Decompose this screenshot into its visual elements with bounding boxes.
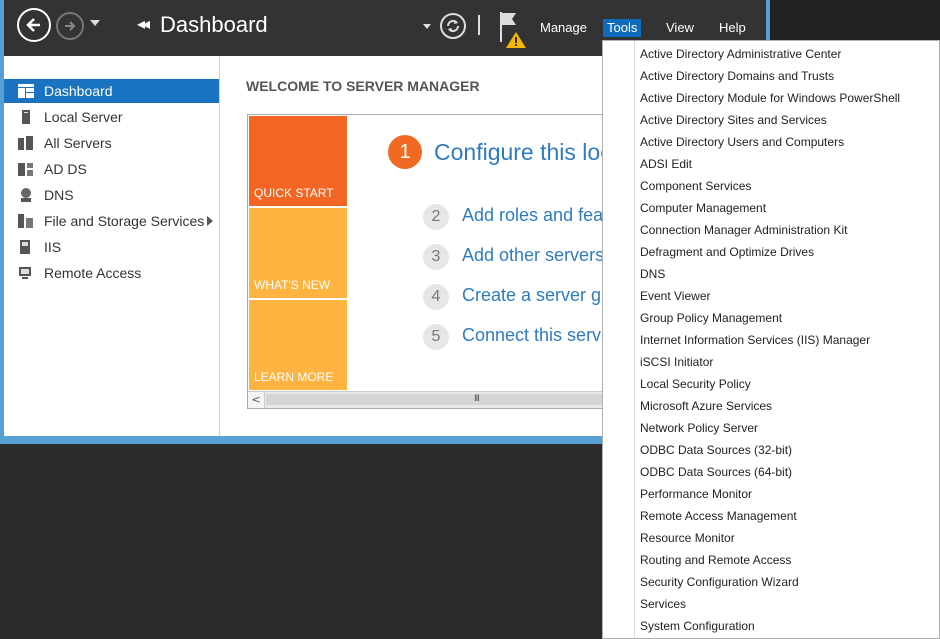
tools-menu-item[interactable]: Security Configuration Wizard (640, 571, 799, 593)
tile-label: QUICK START (254, 186, 334, 200)
step-number-4: 4 (423, 284, 449, 310)
sidebar-item-label: Local Server (44, 109, 123, 125)
tools-menu-item[interactable]: Active Directory Administrative Center (640, 43, 841, 65)
sidebar-item-ad-ds[interactable]: AD DS (4, 157, 219, 181)
tools-menu-item[interactable]: Resource Monitor (640, 527, 735, 549)
scroll-thumb[interactable] (266, 394, 626, 405)
toolbar-separator (478, 15, 480, 35)
arrow-left-icon (26, 18, 40, 32)
tools-menu-item[interactable]: Group Policy Management (640, 307, 782, 329)
tools-menu-item[interactable]: ODBC Data Sources (64-bit) (640, 461, 792, 483)
sidebar-item-remote-access[interactable]: Remote Access (4, 261, 219, 285)
notifications-button[interactable] (498, 10, 530, 50)
tools-menu-item[interactable]: Event Viewer (640, 285, 710, 307)
page-title: Dashboard (160, 12, 268, 37)
breadcrumb-dropdown-icon[interactable] (423, 24, 431, 29)
menu-tools[interactable]: Tools (603, 19, 642, 37)
ad-ds-icon (18, 162, 34, 176)
tools-menu-item[interactable]: Internet Information Services (IIS) Mana… (640, 329, 870, 351)
tools-menu-item[interactable]: Component Services (640, 175, 751, 197)
tools-menu-item[interactable]: Active Directory Module for Windows Powe… (640, 87, 900, 109)
step-number-1: 1 (388, 135, 422, 169)
step-number-2: 2 (423, 204, 449, 230)
menu-view[interactable]: View (662, 19, 698, 37)
tools-menu-item[interactable]: Performance Monitor (640, 483, 752, 505)
menu-manage[interactable]: Manage (536, 19, 591, 37)
back-button[interactable] (17, 8, 51, 42)
welcome-panel: QUICK START WHAT'S NEW LEARN MORE 1 Conf… (247, 114, 629, 409)
horizontal-scrollbar[interactable]: < III (248, 391, 628, 408)
tools-menu-item[interactable]: Connection Manager Administration Kit (640, 219, 847, 241)
breadcrumb-arrows-icon: ◂◂ (137, 14, 150, 33)
tools-menu-item[interactable]: Network Policy Server (640, 417, 758, 439)
tools-menu-item[interactable]: iSCSI Initiator (640, 351, 713, 373)
tools-menu-item[interactable]: Active Directory Sites and Services (640, 109, 827, 131)
tools-menu-item[interactable]: Active Directory Domains and Trusts (640, 65, 834, 87)
step-link-configure-local-server[interactable]: Configure this local server (434, 139, 628, 166)
welcome-title: WELCOME TO SERVER MANAGER (246, 78, 480, 94)
history-dropdown-icon[interactable] (90, 20, 100, 26)
iis-icon (18, 240, 34, 254)
menu-help[interactable]: Help (715, 19, 750, 37)
scroll-left-button[interactable]: < (248, 392, 265, 408)
tools-menu-item[interactable]: Microsoft Azure Services (640, 395, 772, 417)
chevron-right-icon (207, 216, 213, 226)
sidebar-item-label: IIS (44, 239, 62, 255)
sidebar-item-label: Remote Access (44, 265, 142, 281)
sidebar-item-label: All Servers (44, 135, 112, 151)
sidebar-item-dns[interactable]: DNS (4, 183, 219, 207)
arrow-right-icon (65, 21, 76, 31)
tools-menu-item[interactable]: Routing and Remote Access (640, 549, 791, 571)
servers-icon (18, 136, 34, 150)
remote-access-icon (18, 266, 34, 280)
dashboard-icon (18, 84, 34, 98)
step-number-5: 5 (423, 324, 449, 350)
sidebar-item-local-server[interactable]: Local Server (4, 105, 219, 129)
step-number-3: 3 (423, 244, 449, 270)
tools-menu-item[interactable]: Services (640, 593, 686, 615)
sidebar-item-all-servers[interactable]: All Servers (4, 131, 219, 155)
tools-menu-item[interactable]: Computer Management (640, 197, 766, 219)
server-icon (18, 110, 34, 124)
tools-menu-item[interactable]: Defragment and Optimize Drives (640, 241, 814, 263)
tools-dropdown-menu: Active Directory Administrative Center Ac… (602, 40, 940, 639)
sidebar-item-file-storage[interactable]: File and Storage Services (4, 209, 219, 233)
warning-flag-icon (500, 12, 526, 48)
tools-menu-item[interactable]: ADSI Edit (640, 153, 692, 175)
tile-label: LEARN MORE (254, 370, 334, 384)
sidebar-item-label: File and Storage Services (44, 213, 205, 229)
sidebar: Dashboard Local Server All Servers AD DS… (4, 56, 220, 436)
forward-button[interactable] (56, 12, 84, 40)
tile-label: WHAT'S NEW (254, 278, 331, 292)
tools-menu-item[interactable]: System Configuration (640, 615, 755, 637)
dns-icon (18, 188, 34, 202)
menu-gutter (634, 41, 635, 638)
tile-learn-more[interactable]: LEARN MORE (249, 300, 347, 390)
tools-menu-item[interactable]: Remote Access Management (640, 505, 797, 527)
sidebar-item-label: Dashboard (44, 83, 113, 99)
refresh-icon (447, 20, 459, 32)
tile-quick-start[interactable]: QUICK START (249, 116, 347, 206)
tile-whats-new[interactable]: WHAT'S NEW (249, 208, 347, 298)
refresh-button[interactable] (440, 13, 466, 39)
sidebar-item-label: AD DS (44, 161, 87, 177)
tools-menu-item[interactable]: DNS (640, 263, 665, 285)
sidebar-item-iis[interactable]: IIS (4, 235, 219, 259)
storage-icon (18, 214, 34, 228)
tools-menu-item[interactable]: ODBC Data Sources (32-bit) (640, 439, 792, 461)
tools-menu-item[interactable]: Local Security Policy (640, 373, 751, 395)
tools-menu-item[interactable]: Active Directory Users and Computers (640, 131, 844, 153)
scroll-grip-icon: III (474, 394, 480, 404)
sidebar-item-label: DNS (44, 187, 74, 203)
sidebar-item-dashboard[interactable]: Dashboard (4, 79, 219, 103)
